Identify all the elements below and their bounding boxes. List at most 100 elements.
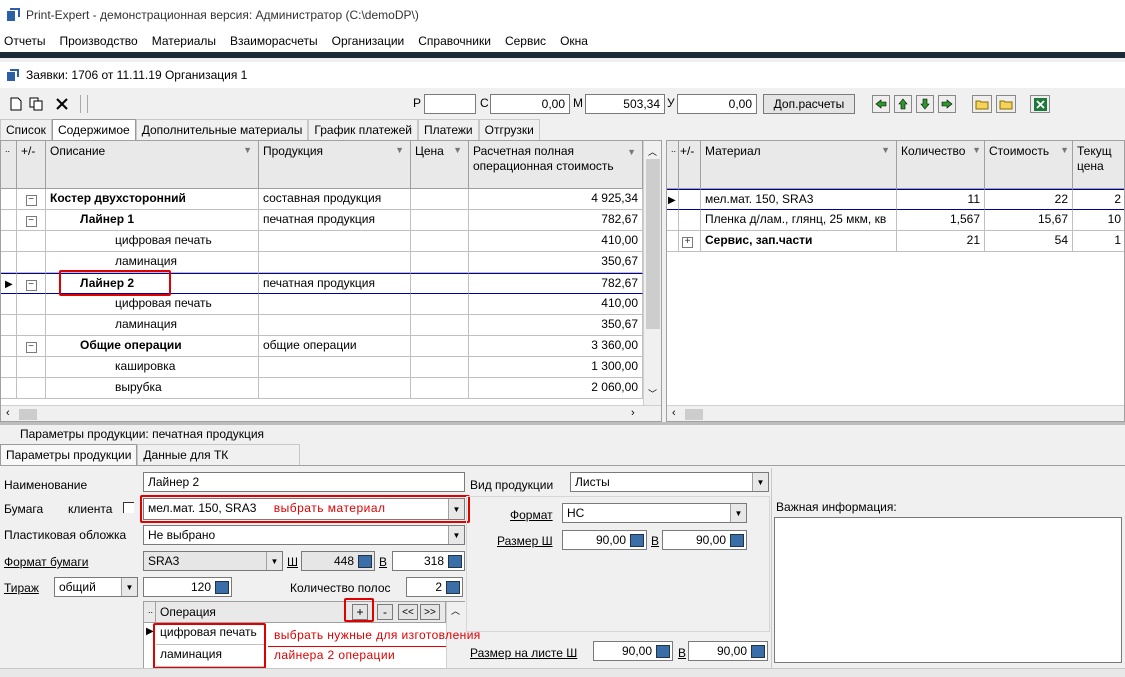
scroll-up-icon[interactable]: ︿ (648, 145, 657, 158)
width-field[interactable]: 448 (301, 551, 375, 571)
size-label[interactable]: Размер Ш (497, 534, 553, 548)
format-select[interactable]: НС ▼ (562, 503, 747, 523)
tree-toggle-cell[interactable]: − (17, 189, 46, 210)
product-cell[interactable] (259, 378, 411, 399)
description-header[interactable]: Описание ▼ (46, 141, 259, 189)
m-field[interactable]: 503,34 (585, 94, 665, 114)
tab-payment-schedule[interactable]: График платежей (308, 119, 418, 140)
extra-calc-button[interactable]: Доп.расчеты (763, 94, 855, 114)
move-first-button[interactable]: << (398, 604, 418, 620)
chevron-down-icon[interactable]: ▼ (448, 526, 464, 544)
products-vertical-scrollbar[interactable]: ︿ ﹀ (643, 141, 661, 405)
size-width-field[interactable]: 90,00 (562, 530, 647, 550)
products-horizontal-scrollbar[interactable]: ‹ › (1, 405, 661, 421)
move-last-button[interactable]: >> (420, 604, 440, 620)
important-info-textarea[interactable] (774, 517, 1122, 663)
calculator-icon[interactable] (446, 581, 460, 594)
pm-header[interactable]: +/- (17, 141, 46, 189)
cover-select[interactable]: Не выбрано ▼ (143, 525, 465, 545)
calculator-icon[interactable] (751, 645, 765, 658)
new-document-icon[interactable] (6, 94, 26, 114)
tree-toggle-cell[interactable]: − (17, 210, 46, 231)
tree-toggle-cell[interactable]: − (17, 336, 46, 357)
tab-list[interactable]: Список (0, 119, 52, 140)
description-cell[interactable]: ламинация (46, 315, 259, 336)
product-cell[interactable] (259, 231, 411, 252)
cost-cell[interactable]: 4 925,34 (469, 189, 643, 210)
cost-cell[interactable]: 350,67 (469, 252, 643, 273)
material-cell[interactable]: Пленка д/лам., глянц, 25 мкм, кв (701, 210, 897, 231)
collapse-icon[interactable]: − (25, 216, 37, 227)
arrow-left-icon[interactable] (872, 95, 890, 113)
u-field[interactable]: 0,00 (677, 94, 757, 114)
menu-reports[interactable]: Отчеты (4, 34, 45, 48)
scroll-thumb[interactable] (19, 409, 37, 420)
cost-cell[interactable]: 410,00 (469, 294, 643, 315)
cost-cell[interactable]: 410,00 (469, 231, 643, 252)
menu-service[interactable]: Сервис (505, 34, 546, 48)
arrow-up-icon[interactable] (894, 95, 912, 113)
remove-operation-button[interactable]: - (377, 604, 393, 620)
chevron-down-icon[interactable]: ▼ (752, 473, 768, 491)
sheet-height-field[interactable]: 90,00 (688, 641, 768, 661)
product-cell[interactable]: составная продукция (259, 189, 411, 210)
price-cell[interactable] (411, 210, 469, 231)
delete-icon[interactable] (52, 94, 72, 114)
material-cell[interactable]: Сервис, зап.части (701, 231, 897, 252)
cost-cell[interactable]: 2 060,00 (469, 378, 643, 399)
tab-product-params[interactable]: Параметры продукции (0, 444, 138, 465)
product-kind-select[interactable]: Листы ▼ (570, 472, 769, 492)
client-paper-checkbox[interactable] (123, 502, 134, 513)
description-cell[interactable]: кашировка (46, 357, 259, 378)
sheet-width-field[interactable]: 90,00 (593, 641, 673, 661)
tab-additional-materials[interactable]: Дополнительные материалы (135, 119, 309, 140)
paper-format-select[interactable]: SRA3 ▼ (143, 551, 283, 571)
material-header[interactable]: Материал ▼ (701, 141, 897, 189)
description-cell[interactable]: цифровая печать (46, 231, 259, 252)
calculator-icon[interactable] (358, 555, 372, 568)
copy-icon[interactable] (26, 94, 46, 114)
price-cell[interactable] (411, 231, 469, 252)
menu-windows[interactable]: Окна (560, 34, 588, 48)
price-cell[interactable] (411, 378, 469, 399)
cost-header[interactable]: Расчетная полная операционная стоимость ▼ (469, 141, 643, 189)
product-cell[interactable] (259, 315, 411, 336)
product-cell[interactable]: печатная продукция (259, 273, 411, 294)
tirazh-field[interactable]: 120 (143, 577, 232, 597)
product-cell[interactable] (259, 252, 411, 273)
materials-pm-header[interactable]: +/- (679, 141, 701, 189)
bottom-scrollbar[interactable] (0, 668, 1125, 677)
sort-icon[interactable]: ▼ (881, 145, 890, 155)
tab-tk-data[interactable]: Данные для ТК (137, 444, 301, 465)
product-cell[interactable]: общие операции (259, 336, 411, 357)
description-cell[interactable]: Лайнер 1 (46, 210, 259, 231)
size-height-field[interactable]: 90,00 (662, 530, 747, 550)
tree-toggle-cell[interactable]: − (17, 273, 46, 294)
scroll-thumb[interactable] (685, 409, 703, 420)
product-cell[interactable] (259, 357, 411, 378)
price-cell[interactable] (411, 315, 469, 336)
price-cell[interactable] (411, 294, 469, 315)
chevron-down-icon[interactable]: ▼ (121, 578, 137, 596)
calculator-icon[interactable] (730, 534, 744, 547)
open-folder-icon[interactable] (972, 95, 992, 113)
cost-cell[interactable]: 782,67 (469, 273, 643, 294)
description-cell[interactable]: вырубка (46, 378, 259, 399)
tab-payments[interactable]: Платежи (417, 119, 479, 140)
tirazh-type-select[interactable]: общий ▼ (54, 577, 138, 597)
tab-shipments[interactable]: Отгрузки (478, 119, 540, 140)
price-cell[interactable] (411, 357, 469, 378)
material-cost-header[interactable]: Стоимость ▼ (985, 141, 1073, 189)
format-label[interactable]: Формат (510, 508, 553, 522)
description-cell[interactable]: цифровая печать (46, 294, 259, 315)
sort-icon[interactable]: ▼ (972, 145, 981, 155)
cost-cell[interactable]: 782,67 (469, 210, 643, 231)
tab-content[interactable]: Содержимое (51, 119, 136, 140)
s-field[interactable]: 0,00 (490, 94, 570, 114)
scroll-left-icon[interactable]: ‹ (672, 407, 676, 419)
tree-toggle-cell[interactable]: + (679, 231, 701, 252)
menu-settlements[interactable]: Взаиморасчеты (230, 34, 318, 48)
arrow-right-icon[interactable] (938, 95, 956, 113)
material-cell[interactable]: мел.мат. 150, SRA3 (701, 189, 897, 210)
cost-cell[interactable]: 1 300,00 (469, 357, 643, 378)
